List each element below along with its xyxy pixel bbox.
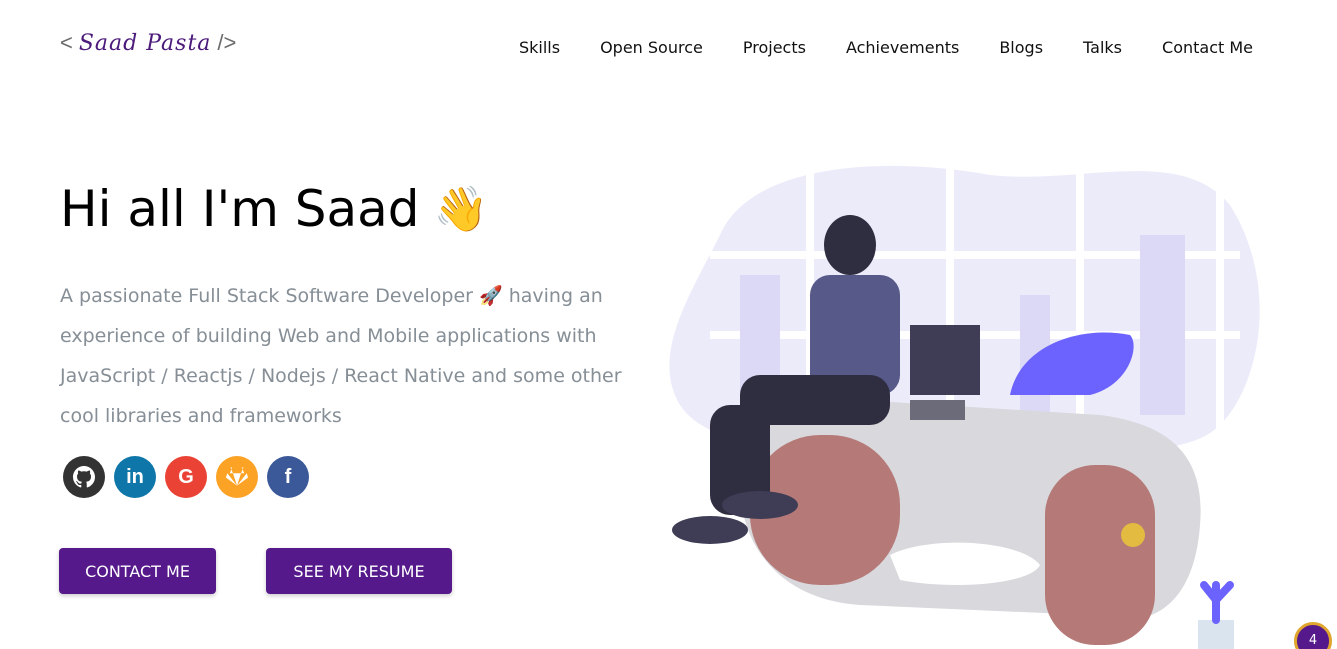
contact-me-button[interactable]: CONTACT ME xyxy=(59,548,216,594)
google-icon[interactable]: G xyxy=(165,456,207,498)
logo-signature: Saad Pasta xyxy=(78,30,212,56)
logo-open-bracket: < xyxy=(60,30,73,55)
keyboard xyxy=(910,400,965,420)
monitor xyxy=(910,325,980,395)
nav-skills[interactable]: Skills xyxy=(519,38,560,57)
developer-illustration xyxy=(669,155,1260,649)
cactus-plant xyxy=(1198,581,1234,649)
linkedin-icon[interactable]: in xyxy=(114,456,156,498)
facebook-icon[interactable]: f xyxy=(267,456,309,498)
nav-talks[interactable]: Talks xyxy=(1083,38,1122,57)
main-nav: Skills Open Source Projects Achievements… xyxy=(519,38,1253,57)
github-icon[interactable] xyxy=(63,456,105,498)
hero-title-text: Hi all I'm Saad xyxy=(60,180,420,238)
page: < Saad Pasta /> Skills Open Source Proje… xyxy=(0,0,1337,649)
nav-contact-me[interactable]: Contact Me xyxy=(1162,38,1253,57)
nav-blogs[interactable]: Blogs xyxy=(999,38,1043,57)
nav-open-source[interactable]: Open Source xyxy=(600,38,703,57)
nav-achievements[interactable]: Achievements xyxy=(846,38,959,57)
see-my-resume-button[interactable]: SEE MY RESUME xyxy=(266,548,452,594)
hero-subtitle: A passionate Full Stack Software Develop… xyxy=(60,285,622,427)
logo[interactable]: < Saad Pasta /> xyxy=(60,30,236,56)
waving-hand-icon: 👋 xyxy=(433,184,489,235)
gitlab-icon[interactable] xyxy=(216,456,258,498)
social-links: in G f xyxy=(63,456,309,498)
nav-projects[interactable]: Projects xyxy=(743,38,806,57)
desk-leg-right xyxy=(1045,465,1155,645)
hero-title: Hi all I'm Saad 👋 xyxy=(60,180,488,238)
notification-badge[interactable]: 4 xyxy=(1294,622,1332,649)
logo-close-bracket: /> xyxy=(217,30,237,55)
cursor-highlight xyxy=(1121,523,1145,547)
